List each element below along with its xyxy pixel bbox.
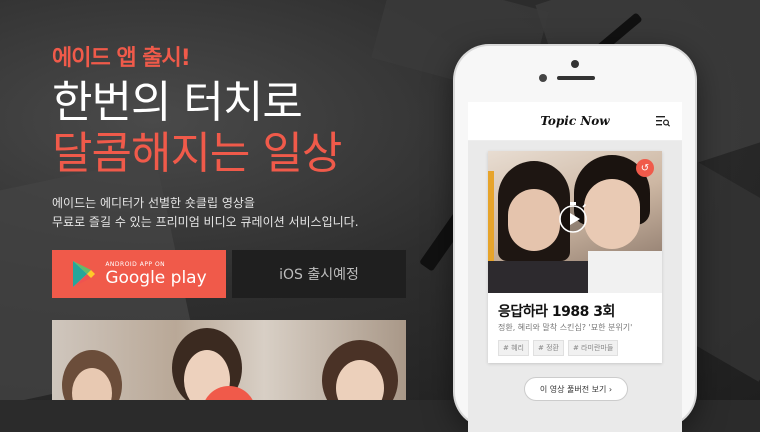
promo-section: 에이드 앱 출시! 한번의 터치로 달콤해지는 일상 에이드는 에디터가 선별한… [52, 40, 382, 232]
ios-coming-soon-button[interactable]: iOS 출시예정 [232, 250, 406, 298]
video-subtitle: 정환, 혜리와 말착 스킨십? '묘한 분위기' [498, 323, 633, 332]
tag-item[interactable]: # 혜리 [498, 340, 529, 356]
google-play-button[interactable]: ANDROID APP ON Google play [52, 250, 226, 298]
app-header: Topic Now [468, 102, 682, 141]
timer-play-icon[interactable] [556, 201, 590, 235]
tag-list: # 혜리 # 정환 # 라미란마들 [498, 340, 619, 356]
video-thumbnail[interactable]: ↺ [488, 151, 662, 293]
share-icon[interactable]: ↺ [636, 159, 654, 177]
ios-label: iOS 출시예정 [279, 267, 359, 283]
google-play-label: Google play [105, 267, 207, 288]
google-play-icon [73, 261, 96, 287]
video-card[interactable]: ↺ 응답하라 1988 3회 정환, 혜리와 말착 스킨십? '묘한 분위기' … [488, 151, 662, 363]
app-content: ↺ 응답하라 1988 3회 정환, 혜리와 말착 스킨십? '묘한 분위기' … [468, 141, 682, 432]
thumbnail-detail [588, 251, 662, 293]
promo-badge: 에이드 앱 출시! [52, 46, 191, 71]
phone-sensor [539, 74, 547, 82]
phone-top-bezel [455, 46, 695, 106]
video-preview[interactable] [52, 320, 406, 400]
description-line2: 무료로 즐길 수 있는 프리미엄 비디오 큐레이션 서비스입니다. [52, 215, 359, 229]
thumbnail-person-face [508, 189, 560, 251]
phone-camera [571, 60, 579, 68]
menu-search-icon[interactable] [656, 115, 670, 127]
watch-full-video-button[interactable]: 이 영상 풀버전 보기 › [524, 377, 628, 401]
tag-item[interactable]: # 정환 [532, 340, 564, 356]
description-line1: 에이드는 에디터가 선별한 숏클립 영상을 [52, 196, 255, 210]
headline-line1: 한번의 터치로 [52, 77, 303, 128]
app-logo[interactable]: Topic Now [540, 114, 609, 128]
video-title: 응답하라 1988 3회 [498, 304, 615, 320]
google-play-small-label: ANDROID APP ON [105, 260, 166, 268]
phone-mockup: Topic Now ↺ 응답하라 1988 3회 정환, 혜리와 말착 스킨십?… [455, 46, 695, 432]
headline-line2: 달콤해지는 일상 [52, 128, 342, 179]
promo-description: 에이드는 에디터가 선별한 숏클립 영상을 무료로 즐길 수 있는 프리미엄 비… [52, 194, 382, 232]
tag-item[interactable]: # 라미란마들 [567, 340, 619, 356]
thumbnail-person-face [584, 179, 640, 249]
phone-speaker [557, 76, 595, 80]
phone-screen: Topic Now ↺ 응답하라 1988 3회 정환, 혜리와 말착 스킨십?… [468, 102, 682, 432]
